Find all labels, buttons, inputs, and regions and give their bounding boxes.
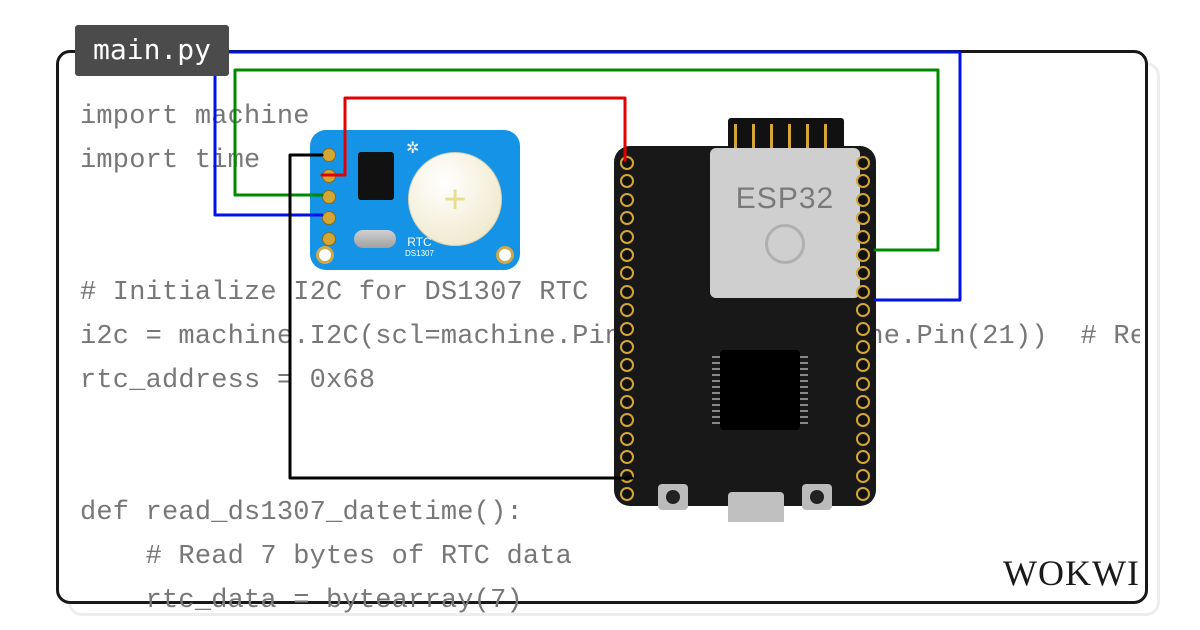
file-tab[interactable]: main.py (75, 25, 229, 76)
micro-usb-icon (728, 492, 784, 522)
esp32-pin[interactable] (856, 469, 870, 483)
crystal-icon (354, 230, 396, 248)
wifi-antenna-icon (728, 118, 844, 152)
rtc-pin-sda[interactable] (322, 190, 344, 204)
esp32-pin[interactable] (620, 377, 634, 391)
adafruit-flower-icon: ✲ (406, 138, 419, 158)
esp32-left-header (620, 156, 634, 501)
esp32-pin[interactable] (620, 432, 634, 446)
esp32-pin[interactable] (856, 193, 870, 207)
esp32-pin[interactable] (856, 395, 870, 409)
en-button[interactable] (658, 484, 688, 510)
esp32-pin[interactable] (856, 413, 870, 427)
rtc-pin-sqw[interactable] (322, 232, 344, 246)
esp32-pin[interactable] (620, 395, 634, 409)
esp32-pin[interactable] (856, 285, 870, 299)
esp32-pin[interactable] (620, 469, 634, 483)
esp32-pin[interactable] (856, 487, 870, 501)
rtc-silkscreen: RTC DS1307 (405, 236, 434, 260)
esp32-pin[interactable] (620, 193, 634, 207)
esp32-pin[interactable] (856, 340, 870, 354)
rtc-pin-5v[interactable] (322, 169, 344, 183)
esp32-pin[interactable] (856, 322, 870, 336)
rtc-pin-gnd[interactable] (322, 148, 344, 162)
coin-cell-icon (408, 152, 502, 246)
rtc-label-top: RTC (405, 236, 434, 248)
esp32-pin[interactable] (620, 174, 634, 188)
espressif-logo-icon (765, 224, 805, 264)
rtc-label-bottom: DS1307 (405, 248, 434, 260)
esp32-pin[interactable] (620, 156, 634, 170)
esp32-pin[interactable] (620, 303, 634, 317)
esp32-pin[interactable] (856, 358, 870, 372)
esp32-pin[interactable] (620, 266, 634, 280)
mount-hole-icon (496, 246, 514, 264)
esp32-pin[interactable] (856, 377, 870, 391)
esp32-pin[interactable] (620, 358, 634, 372)
esp32-pin[interactable] (620, 340, 634, 354)
esp32-pin[interactable] (856, 450, 870, 464)
esp32-shield-label: ESP32 (736, 182, 834, 216)
esp32-pin[interactable] (856, 303, 870, 317)
rtc-pin-scl[interactable] (322, 211, 344, 225)
file-tab-label: main.py (93, 33, 211, 66)
esp32-pin[interactable] (856, 156, 870, 170)
esp32-pin[interactable] (620, 211, 634, 225)
esp32-pin[interactable] (620, 450, 634, 464)
esp32-pin[interactable] (856, 432, 870, 446)
esp32-pin[interactable] (620, 230, 634, 244)
mcu-chip-icon (720, 350, 800, 430)
wokwi-logo-text: WOKWI (1003, 553, 1140, 593)
esp32-right-header (856, 156, 870, 501)
esp32-pin[interactable] (620, 322, 634, 336)
esp32-pin[interactable] (856, 174, 870, 188)
wokwi-logo: WOKWI (1003, 552, 1140, 594)
esp32-pin[interactable] (620, 487, 634, 501)
esp32-pin[interactable] (620, 413, 634, 427)
esp32-pin[interactable] (856, 211, 870, 225)
mount-hole-icon (316, 246, 334, 264)
component-esp32-devkit[interactable]: ESP32 (600, 120, 890, 520)
rtc-pin-header (322, 148, 344, 246)
esp32-pin[interactable] (856, 266, 870, 280)
boot-button[interactable] (802, 484, 832, 510)
esp32-pin[interactable] (856, 230, 870, 244)
esp32-shield: ESP32 (710, 148, 860, 298)
esp32-pin[interactable] (620, 248, 634, 262)
esp32-pin[interactable] (620, 285, 634, 299)
esp32-pin[interactable] (856, 248, 870, 262)
component-rtc-ds1307[interactable]: ✲ RTC DS1307 (310, 130, 520, 270)
rtc-ic-icon (358, 152, 394, 200)
